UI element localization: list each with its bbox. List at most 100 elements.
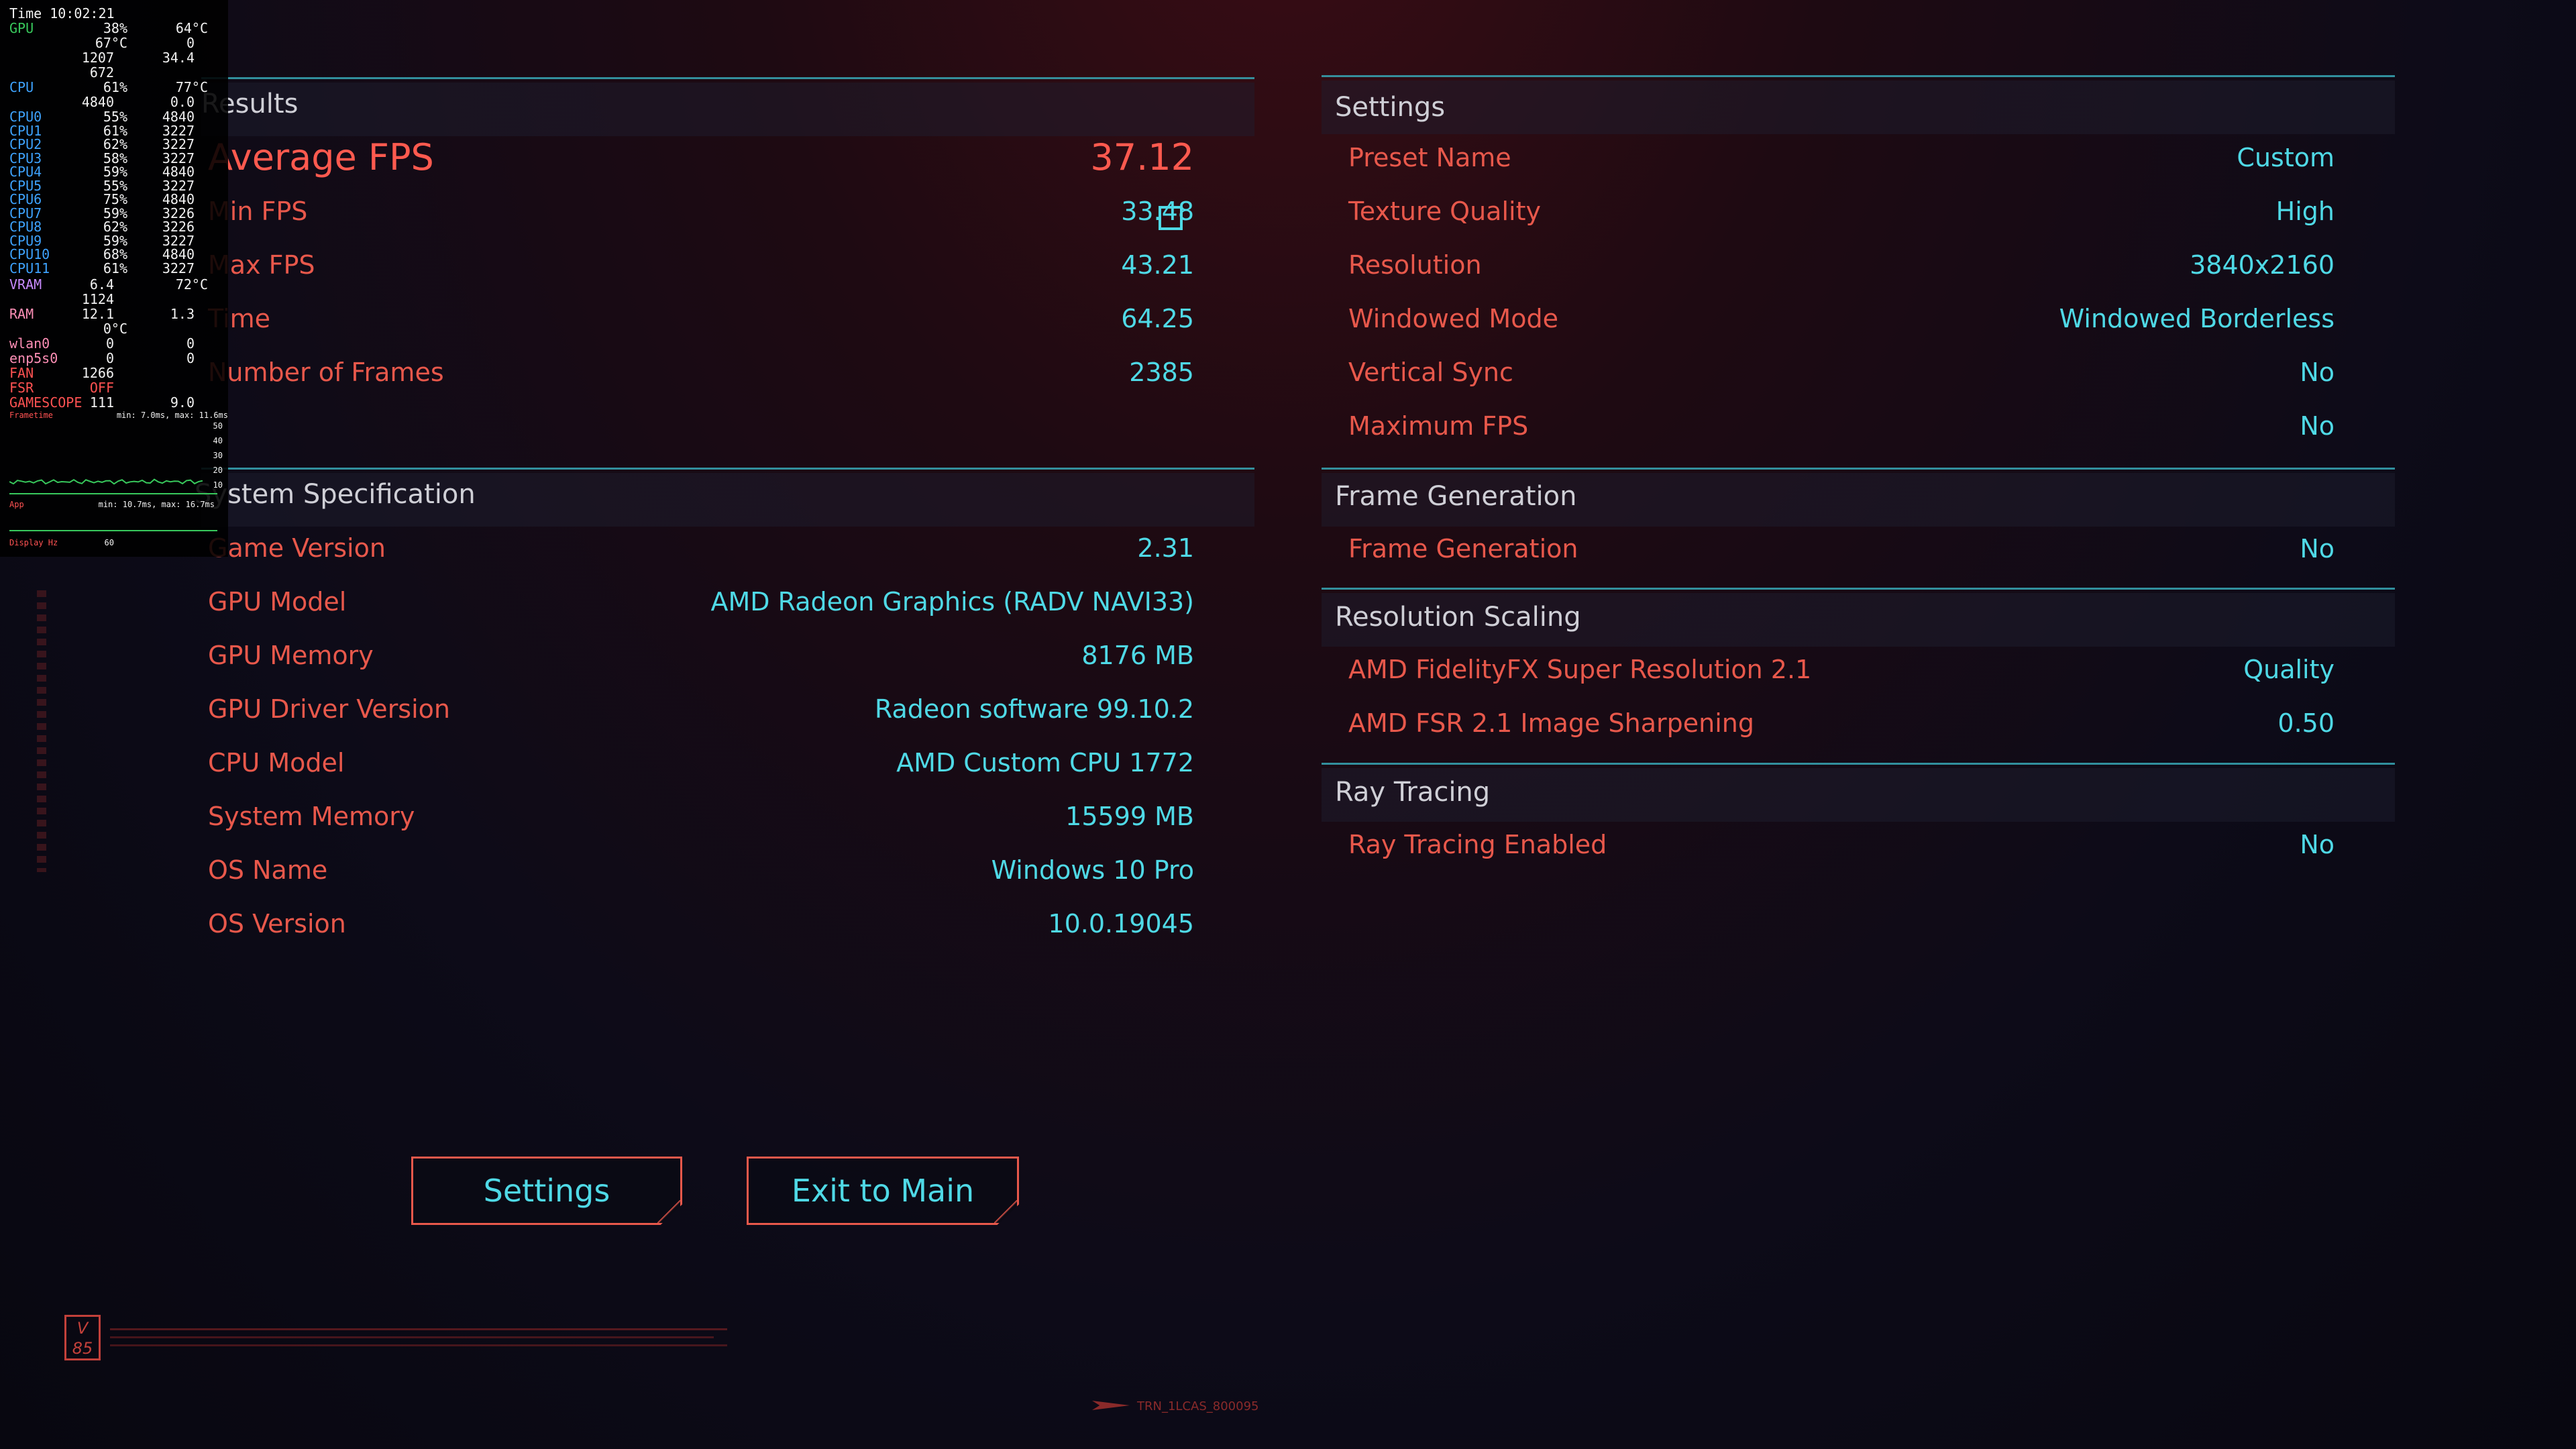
overlay-core-load: 61% [103, 260, 127, 276]
result-row: Min FPS 33.48 [208, 184, 1194, 238]
overlay-fsr-value: OFF [89, 380, 114, 396]
system-spec-row: OS Name Windows 10 Pro [208, 843, 1194, 897]
settings-row-value: No [2300, 411, 2334, 441]
resolution-scaling-row: AMD FSR 2.1 Image Sharpening 0.50 [1348, 696, 2334, 750]
settings-header-bg [1322, 80, 2395, 134]
settings-row: Resolution 3840x2160 [1348, 238, 2334, 292]
ray-tracing-row: Ray Tracing Enabled No [1348, 818, 2334, 871]
cursor-icon [1159, 206, 1183, 230]
build-code: TRN_1LCAS_800095 [1137, 1399, 1259, 1413]
overlay-ram-label: RAM [9, 306, 34, 322]
settings-row-label: Texture Quality [1348, 197, 1541, 226]
overlay-frametime-label: Frametime [9, 411, 54, 420]
overlay-cpu-clock: 4840 [81, 94, 114, 110]
overlay-gamescope-label: GAMESCOPE [9, 394, 83, 411]
overlay-gpu-power: 34.4 [162, 50, 195, 66]
settings-row-value: Windowed Borderless [2059, 304, 2334, 333]
ray-tracing-divider [1322, 763, 2395, 765]
system-spec-row: CPU Model AMD Custom CPU 1772 [208, 736, 1194, 790]
overlay-app-label: App [9, 500, 24, 509]
settings-row: Windowed Mode Windowed Borderless [1348, 292, 2334, 345]
system-spec-row-value: Radeon software 99.10.2 [874, 694, 1194, 724]
average-fps-label: Average FPS [208, 136, 434, 178]
overlay-wlan-label: wlan0 [9, 335, 50, 352]
settings-row-label: Vertical Sync [1348, 358, 1513, 387]
overlay-time: Time 10:02:21 [9, 5, 115, 21]
v85-logo-text: V 85 [72, 1319, 93, 1358]
frame-generation-header: Frame Generation [1335, 481, 1577, 512]
settings-row-label: Windowed Mode [1348, 304, 1558, 333]
ray-tracing-row-value: No [2300, 830, 2334, 859]
system-spec-row-label: GPU Memory [208, 641, 374, 670]
overlay-gpu-fan: 0 [186, 35, 195, 51]
system-spec-row-value: 8176 MB [1081, 641, 1194, 670]
settings-divider [1322, 75, 2395, 77]
system-header: System Specification [195, 479, 476, 510]
ray-tracing-header: Ray Tracing [1335, 777, 1491, 808]
system-spec-row-value: AMD Radeon Graphics (RADV NAVI33) [710, 587, 1195, 616]
exit-to-main-menu-button[interactable]: Exit to Main Menu [747, 1157, 1019, 1225]
overlay-frametime-range: min: 7.0ms, max: 11.6ms [116, 411, 228, 420]
settings-button[interactable]: Settings [411, 1157, 682, 1225]
v85-logo: V 85 [64, 1315, 101, 1360]
settings-row-value: No [2300, 358, 2334, 387]
settings-row: Texture Quality High [1348, 184, 2334, 238]
frametime-scale-label: 10 [213, 480, 223, 490]
performance-overlay: Time 10:02:21 GPU 38% 64°C 67°C 0 1207 3… [0, 0, 228, 557]
settings-row: Preset Name Custom [1348, 131, 2334, 184]
results-header-bg [201, 83, 1254, 136]
resolution-scaling-divider [1322, 588, 2395, 590]
average-fps-value: 37.12 [1090, 136, 1194, 178]
overlay-ram-value: 12.1 [81, 306, 114, 322]
resolution-scaling-row-value: 0.50 [2277, 708, 2334, 738]
frame-generation-row: Frame Generation No [1348, 522, 2334, 576]
overlay-enp-label: enp5s0 [9, 350, 58, 366]
overlay-enp-down: 0 [105, 350, 114, 366]
fine-print-line [110, 1344, 727, 1346]
overlay-vram-clock: 1124 [81, 291, 114, 307]
frames-value: 2385 [1129, 358, 1194, 387]
overlay-vram-label: VRAM [9, 276, 42, 292]
system-spec-row-label: OS Version [208, 909, 346, 938]
overlay-gpu-label: GPU [9, 20, 34, 36]
vertical-deco-text [37, 590, 46, 872]
settings-row-label: Maximum FPS [1348, 411, 1529, 441]
settings-row-value: Custom [2237, 143, 2334, 172]
overlay-app-range: min: 10.7ms, max: 16.7ms [98, 500, 215, 509]
overlay-display-label: Display Hz [9, 538, 58, 547]
overlay-display-value: 60 [104, 538, 114, 547]
settings-row-label: Resolution [1348, 250, 1482, 280]
overlay-gpu-load: 38% [103, 20, 127, 36]
average-fps-row: Average FPS 37.12 [208, 131, 1194, 184]
resolution-scaling-row-label: AMD FSR 2.1 Image Sharpening [1348, 708, 1754, 738]
settings-row-value: 3840x2160 [2190, 250, 2334, 280]
settings-row-value: High [2275, 197, 2334, 226]
system-spec-row: System Memory 15599 MB [208, 790, 1194, 843]
settings-row: Maximum FPS No [1348, 399, 2334, 453]
overlay-core-label: CPU11 [9, 260, 50, 276]
min-fps-value: 33.48 [1121, 197, 1194, 226]
overlay-cpu-temp: 77°C [175, 79, 208, 95]
system-spec-row-label: CPU Model [208, 748, 345, 777]
resolution-scaling-header: Resolution Scaling [1335, 602, 1581, 633]
overlay-ram-swap: 1.3 [170, 306, 195, 322]
system-spec-row-value: 2.31 [1137, 533, 1194, 563]
settings-row: Vertical Sync No [1348, 345, 2334, 399]
system-spec-row-value: 15599 MB [1065, 802, 1194, 831]
overlay-gpu-mem-clock: 672 [89, 64, 114, 80]
overlay-enp-up: 0 [186, 350, 195, 366]
resolution-scaling-row: AMD FidelityFX Super Resolution 2.1 Quali… [1348, 643, 2334, 696]
result-row: Max FPS 43.21 [208, 238, 1194, 292]
frametime-scale-label: 20 [213, 466, 223, 475]
overlay-fan-label: FAN [9, 365, 34, 381]
settings-header: Settings [1335, 92, 1446, 123]
system-spec-row: GPU Model AMD Radeon Graphics (RADV NAVI3… [208, 575, 1194, 629]
system-spec-row: GPU Memory 8176 MB [208, 629, 1194, 682]
overlay-core-clock: 3227 [162, 260, 195, 276]
overlay-cpu-power: 0.0 [170, 94, 195, 110]
overlay-gpu-junction: 67°C [95, 35, 127, 51]
system-spec-row-value: Windows 10 Pro [991, 855, 1194, 885]
fine-print-line [110, 1328, 727, 1330]
frametime-scale-label: 50 [213, 421, 223, 431]
resolution-scaling-row-value: Quality [2243, 655, 2334, 684]
